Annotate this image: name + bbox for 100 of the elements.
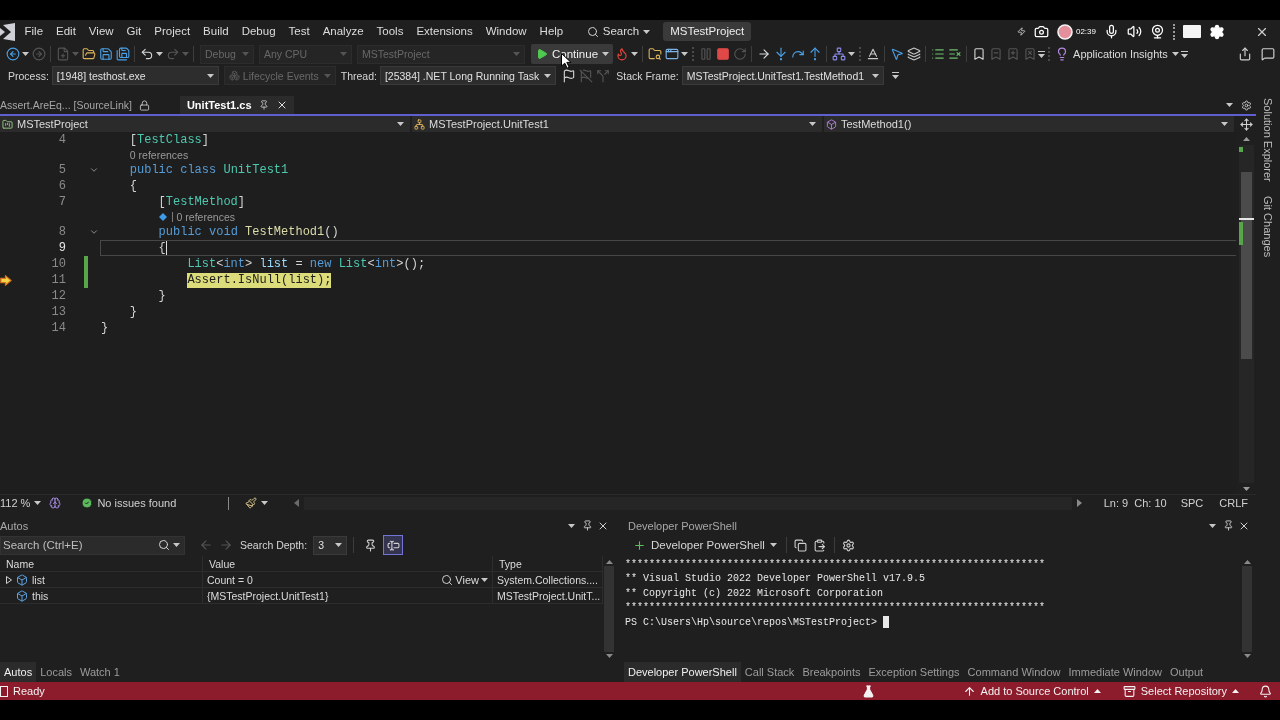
pin-icon [581, 520, 593, 531]
caret-icon [206, 73, 214, 78]
menu-item[interactable]: View [82, 20, 121, 43]
zoom-dropdown[interactable]: 112 % [0, 497, 42, 509]
caret-icon [323, 73, 331, 78]
references-link[interactable]: 0 references [129, 149, 189, 161]
stack-frame-dropdown[interactable]: MSTestProject.UnitTest1.TestMethod1 [681, 66, 884, 85]
whitespace-indicator[interactable]: SPC [1180, 497, 1204, 509]
column-header[interactable]: Type [499, 557, 522, 570]
menu-item[interactable]: File [18, 20, 50, 43]
line-number: 9 [58, 241, 66, 255]
column-header[interactable]: Name [6, 557, 34, 570]
caret-icon [513, 52, 520, 56]
table-cell: {MSTestProject.UnitTest1} [207, 589, 329, 602]
menu-item[interactable]: Build [196, 20, 236, 43]
menu-item[interactable]: Tools [370, 20, 410, 43]
bell-icon [1259, 684, 1272, 698]
references-link[interactable]: 0 references [176, 211, 235, 223]
expand-arrow-icon[interactable] [6, 575, 12, 584]
overflow-caret-icon[interactable] [1038, 50, 1046, 58]
thread-dropdown[interactable]: [25384] .NET Long Running Task [379, 66, 557, 85]
lightning-icon [1016, 27, 1026, 36]
application-insights-button[interactable]: Application Insights [1053, 44, 1181, 64]
menu-item[interactable]: Analyze [316, 20, 371, 43]
table-cell: Count = 0 [207, 573, 253, 586]
caret-icon [340, 52, 347, 56]
side-tab[interactable]: Solution Explorer [1256, 96, 1280, 184]
speech-bubble-icon [1260, 47, 1275, 61]
panel-tab[interactable]: Command Window [963, 662, 1065, 682]
panel-tab[interactable]: Autos [0, 662, 37, 682]
pin-icon[interactable] [258, 100, 269, 110]
document-tab[interactable]: UnitTest1.cs [179, 96, 294, 114]
process-dropdown[interactable]: [1948] testhost.exe [51, 66, 219, 85]
menu-item[interactable]: Extensions [409, 20, 480, 43]
text-toggle[interactable] [383, 535, 404, 555]
search-button[interactable]: Search [583, 20, 654, 43]
webcam-icon[interactable] [1150, 24, 1165, 39]
panel-tab[interactable]: Immediate Window [1064, 662, 1167, 682]
scrollbar-thumb[interactable] [1240, 172, 1252, 359]
menu-item[interactable]: Help [533, 20, 570, 43]
column-indicator[interactable]: Ch: 10 [1134, 497, 1167, 509]
chevron-down-icon[interactable] [89, 227, 99, 237]
pin-button[interactable] [581, 518, 593, 533]
text-input-icon [386, 538, 400, 552]
table-cell: MSTestProject.UnitT... [497, 589, 601, 602]
menu-item[interactable]: Debug [235, 20, 283, 43]
folder-search-icon [647, 47, 662, 61]
overflow-caret-icon[interactable] [891, 72, 899, 79]
menu-item[interactable]: Test [282, 20, 317, 43]
diamond-icon[interactable] [158, 213, 167, 221]
menu-item[interactable]: Edit [49, 20, 83, 43]
panel-tab[interactable]: Locals [36, 662, 76, 682]
panel-tab[interactable]: Developer PowerShell [624, 662, 741, 682]
search-depth-label: Search Depth: [240, 539, 308, 551]
vertical-scrollbar[interactable] [1238, 145, 1254, 483]
test-explorer-button[interactable] [861, 684, 875, 698]
add-to-source-control-button[interactable]: Add to Source Control [962, 684, 1101, 698]
column-header[interactable]: Value [209, 557, 236, 570]
new-terminal-button[interactable]: Developer PowerShell [630, 538, 780, 552]
view-button[interactable]: View [441, 573, 492, 586]
cleanup-button[interactable] [245, 497, 269, 509]
text-caret [165, 241, 167, 255]
scroll-right-icon[interactable] [1076, 499, 1082, 507]
record-dot-icon[interactable] [1056, 23, 1073, 40]
panel-tab[interactable]: Output [1166, 662, 1208, 682]
four-way-arrow-icon[interactable] [1239, 117, 1253, 131]
document-tab[interactable]: Assert.AreEq... [SourceLink] [0, 96, 156, 114]
select-repository-button[interactable]: Select Repository [1122, 684, 1239, 698]
line-ending-indicator[interactable]: CRLF [1219, 497, 1248, 509]
app-window-icon [664, 47, 679, 61]
notifications-button[interactable] [1259, 684, 1272, 698]
document-icon [0, 685, 8, 697]
speaker-icon[interactable] [1127, 24, 1142, 39]
line-number: 14 [51, 321, 66, 335]
panel-tab[interactable]: Watch 1 [75, 662, 124, 682]
side-tab[interactable]: Git Changes [1256, 193, 1280, 259]
line-indicator[interactable]: Ln: 9 [1103, 497, 1129, 509]
intellicode-button[interactable] [49, 497, 62, 509]
camera-icon[interactable] [1033, 24, 1049, 39]
menu-item[interactable]: Git [120, 20, 148, 43]
arrow-down-to-dot-icon [773, 47, 788, 61]
bookmark-minus-icon [988, 47, 1003, 61]
caret-icon [1232, 689, 1239, 693]
scroll-left-icon[interactable] [294, 499, 300, 507]
settings-icon[interactable] [1241, 99, 1252, 111]
panel-tab[interactable]: Call Stack [740, 662, 799, 682]
menu-item[interactable]: Window [479, 20, 534, 43]
solution-title: MSTestProject [663, 22, 752, 41]
settings-icon [842, 538, 856, 552]
flask-icon [861, 684, 875, 698]
panel-tab[interactable]: Exception Settings [864, 662, 964, 682]
caret-icon [605, 654, 613, 658]
search-depth-dropdown[interactable]: 3 [313, 535, 348, 555]
issues-button[interactable]: No issues found [81, 497, 177, 509]
panel-tab[interactable]: Breakpoints [798, 662, 865, 682]
microphone-icon[interactable] [1104, 24, 1119, 39]
pin-button[interactable] [1222, 518, 1234, 533]
caret-icon [481, 577, 488, 582]
chevron-down-icon[interactable] [89, 165, 99, 175]
menu-item[interactable]: Project [147, 20, 197, 43]
